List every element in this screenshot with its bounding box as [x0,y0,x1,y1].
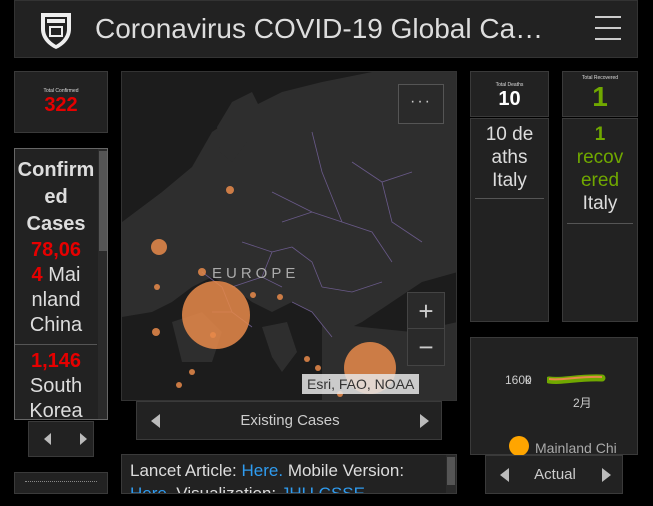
region-nav [28,421,94,457]
chart-legend-label[interactable]: Mainland Chi [535,440,617,456]
list-item[interactable]: 10 de aths Italy [471,123,548,192]
scrollbar[interactable] [98,149,107,419]
total-confirmed-panel: Total Confirmed 322 [14,71,108,133]
lancet-link[interactable]: Here. [242,461,284,480]
total-confirmed-value: 322 [44,94,78,116]
map-view[interactable]: EUROPE ··· + − Esri, FAO, NOAA [121,71,457,401]
recovered-list-panel: 1 recov ered Italy [562,118,638,322]
next-arrow-icon[interactable] [80,433,87,445]
zoom-in-button[interactable]: + [407,292,445,330]
chart-y-label: 160k0 [505,373,532,387]
chart-tab-bar: Actual [485,455,623,494]
page-title: Coronavirus COVID-19 Global Ca… [95,13,544,44]
chart-panel: 160k0 2月 Mainland Chi [470,337,638,456]
footer-left-panel [14,472,108,494]
map-region-label: EUROPE [212,265,300,282]
legend-swatch-icon [509,436,529,456]
zoom-out-button[interactable]: − [407,328,445,366]
confirmed-by-region-panel: Confirm ed Cases 78,06 4 Mai nland China… [14,148,108,420]
more-options-button[interactable]: ··· [398,84,444,124]
hamburger-menu-icon[interactable] [595,16,621,40]
scrollbar-thumb[interactable] [99,151,107,251]
list-item[interactable]: 1,146 South Korea [15,349,97,419]
university-shield-icon [41,13,71,49]
scrollbar-thumb[interactable] [447,457,455,485]
deaths-list-panel: 10 de aths Italy [470,118,549,322]
chart-x-label: 2月 [573,396,592,410]
map-tab-bar: Existing Cases [136,401,442,440]
list-item[interactable]: 78,06 4 Mai nland China [15,238,97,338]
next-tab-arrow-icon[interactable] [420,414,429,428]
list-item[interactable]: 1 recov ered Italy [563,123,637,215]
prev-arrow-icon[interactable] [44,433,51,445]
app-header: Coronavirus COVID-19 Global Ca… [14,0,638,58]
scrollbar[interactable] [446,455,456,493]
footer-links-panel: Lancet Article: Here. Mobile Version: He… [121,454,457,494]
footer-text-line1: Lancet Article: Here. Mobile Version: [130,461,405,480]
map-attribution: Esri, FAO, NOAA [302,374,420,394]
visualization-link[interactable]: JHU CSSE [281,484,365,493]
tab-existing-cases[interactable]: Existing Cases [137,412,443,429]
chart-trend-line [547,374,606,384]
total-recovered-value: 1 [592,81,608,112]
footer-text-line2: Here. Visualization: JHU CSSE [130,484,365,493]
total-deaths-value: 10 [498,88,521,110]
confirmed-heading: Confirm ed Cases [17,159,95,235]
mobile-link[interactable]: Here. [130,484,172,493]
total-deaths-panel: Total Deaths 10 [470,71,549,117]
next-chart-tab-arrow-icon[interactable] [602,468,611,482]
total-recovered-panel: Total Recovered 1 [562,71,638,117]
